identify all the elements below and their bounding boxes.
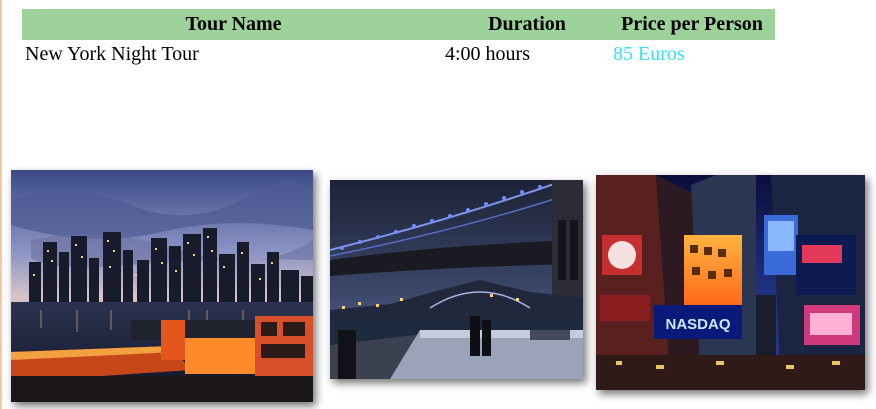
- manhattan-skyline-photo: [11, 170, 313, 402]
- table-header-row: Tour Name Duration Price per Person: [22, 9, 775, 40]
- brooklyn-bridge-photo: [330, 180, 583, 379]
- cell-price: 85 Euros: [613, 42, 685, 65]
- header-price-per-person: Price per Person: [609, 9, 775, 40]
- cell-tour-name: New York Night Tour: [25, 42, 199, 65]
- cell-duration: 4:00 hours: [445, 42, 530, 65]
- nasdaq-sign-text: NASDAQ: [665, 316, 730, 333]
- tour-table: Tour Name Duration Price per Person New …: [22, 9, 775, 68]
- header-tour-name: Tour Name: [22, 9, 445, 40]
- left-edge-strip: [0, 0, 2, 409]
- times-square-photo: NASDAQ: [596, 175, 865, 390]
- header-duration: Duration: [445, 9, 609, 40]
- table-row: New York Night Tour 4:00 hours 85 Euros: [22, 40, 775, 68]
